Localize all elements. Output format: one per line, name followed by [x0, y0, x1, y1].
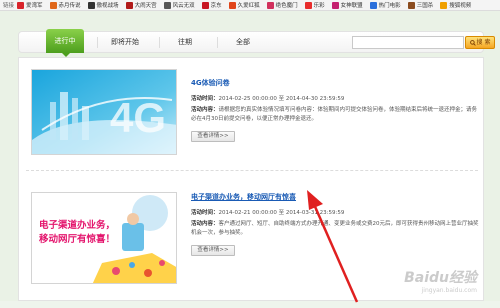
top-link-label: 傲视战场 [96, 3, 119, 9]
site-logo-icon [440, 1, 448, 9]
tab-divider [97, 37, 98, 48]
site-logo-icon [407, 1, 415, 9]
site-logo-icon [87, 1, 95, 9]
tab-divider [159, 37, 160, 48]
top-link-item[interactable]: 热门电影 [369, 1, 401, 9]
top-link-label: 乐彩 [313, 3, 325, 9]
site-logo-icon [125, 1, 133, 9]
annotation-arrow [307, 190, 359, 303]
top-link-item[interactable]: 搜狐视频 [440, 1, 471, 9]
top-link-label: 绝色魔门 [275, 3, 298, 9]
top-link-label: 京东 [210, 3, 222, 9]
top-link-item[interactable]: 大闹天宫 [125, 1, 157, 9]
top-link-item[interactable]: 爱湾军 [17, 1, 43, 9]
search-icon [469, 39, 476, 46]
top-link-label: 女神联盟 [340, 3, 363, 9]
top-link-item[interactable]: 风云无双 [163, 1, 195, 9]
top-link-item[interactable]: 京东 [201, 1, 222, 9]
site-logo-icon [17, 1, 25, 9]
tab-upcoming[interactable]: 即将开始 [103, 32, 147, 53]
filter-tab-bar: 进行中 即将开始 往期 全部 搜 索 [18, 29, 495, 57]
card-divider [26, 170, 478, 171]
top-link-item[interactable]: 赤月传说 [49, 1, 81, 9]
site-logo-icon [201, 1, 209, 9]
top-link-label: 爱湾军 [26, 3, 43, 9]
site-logo-icon [369, 1, 377, 9]
top-link-item[interactable]: 女神联盟 [331, 1, 363, 9]
view-details-button[interactable]: 查看详情>> [191, 131, 235, 142]
site-logo-icon [304, 1, 312, 9]
tab-all[interactable]: 全部 [223, 32, 263, 53]
baidu-jingyan-watermark: Baidu经验 jingyan.baidu.com [404, 270, 477, 294]
activity-list: 4G 4G体验问卷 活动时间：2014-02-25 00:00:00 至 201… [18, 57, 484, 303]
top-link-label: 赤月传说 [58, 3, 81, 9]
activity-content-4g: 活动内容：请根据您的真实体验情况填写问卷内容：体验期间内可提交体验问卷，体验期结… [191, 107, 478, 122]
banner-headline: 电子渠道办业务， 移动网厅有惊喜！ [39, 220, 116, 245]
top-link-bar: 链接 爱湾军 赤月传说 傲视战场 大闹天宫 风云无双 京东 久爱红狐 绝色魔门 乐彩 女神联盟 热门… [0, 0, 500, 11]
tab-past[interactable]: 往期 [165, 32, 205, 53]
tab-ongoing[interactable]: 进行中 [46, 29, 84, 57]
search-button[interactable]: 搜 索 [465, 36, 495, 49]
site-logo-icon [331, 1, 339, 9]
top-link-item[interactable]: 三国杀 [407, 1, 434, 9]
page-body: 进行中 即将开始 往期 全部 搜 索 4G 4G体验问卷 活动时间：2014-0… [0, 11, 500, 303]
top-link-item[interactable]: 绝色魔门 [266, 1, 298, 9]
top-link-label: 久爱红狐 [237, 3, 260, 9]
site-logo-icon [163, 1, 171, 9]
top-link-label: 三国杀 [416, 3, 434, 9]
svg-text:4G: 4G [110, 94, 166, 141]
activity-title-mobile-hall[interactable]: 电子渠道办业务，移动网厅有惊喜 [191, 192, 296, 202]
top-link-label: 搜狐视频 [449, 3, 472, 9]
link-bar-lead: 链接 [3, 3, 15, 9]
4g-banner-image: 4G [32, 70, 176, 154]
view-details-button[interactable]: 查看详情>> [191, 245, 235, 256]
search-input[interactable] [352, 36, 464, 49]
activity-image-mobile-hall[interactable]: 电子渠道办业务， 移动网厅有惊喜！ [31, 192, 177, 284]
activity-title-4g[interactable]: 4G体验问卷 [191, 78, 230, 88]
top-link-label: 大闹天宫 [134, 3, 157, 9]
top-link-label: 热门电影 [378, 3, 401, 9]
site-logo-icon [49, 1, 57, 9]
site-logo-icon [228, 1, 236, 9]
site-logo-icon [266, 1, 274, 9]
activity-image-4g[interactable]: 4G [31, 69, 177, 155]
search-button-label: 搜 索 [476, 39, 491, 46]
top-link-item[interactable]: 傲视战场 [87, 1, 119, 9]
activity-time-4g: 活动时间：2014-02-25 00:00:00 至 2014-04-30 23… [191, 96, 345, 102]
top-link-item[interactable]: 久爱红狐 [228, 1, 260, 9]
tab-divider [217, 37, 218, 48]
top-link-item[interactable]: 乐彩 [304, 1, 325, 9]
top-link-label: 风云无双 [172, 3, 195, 9]
